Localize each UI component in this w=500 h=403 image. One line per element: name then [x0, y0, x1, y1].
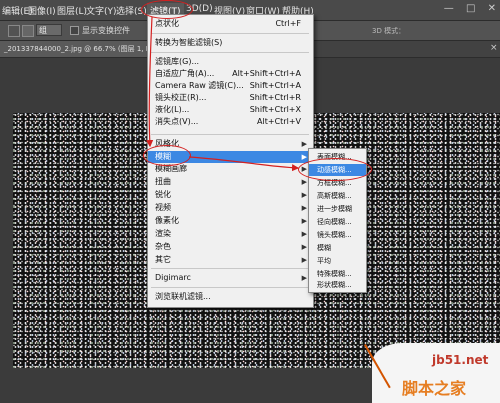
maximize-button[interactable]: □ — [466, 3, 475, 14]
menu-separator — [151, 268, 309, 269]
submenu-item-shape-blur[interactable]: 形状模糊... — [309, 279, 366, 291]
submenu-arrow-icon: ▶ — [301, 178, 307, 186]
move-tool-icon[interactable] — [8, 25, 20, 37]
menu-separator — [151, 287, 309, 288]
auto-select-dropdown[interactable]: 组 — [36, 24, 62, 36]
submenu-item-blur-more[interactable]: 进一步模糊 — [309, 203, 366, 215]
menu-item-liquify[interactable]: 液化(L)... Shift+Ctrl+X — [148, 104, 313, 116]
annotation-ring-filter-menu — [141, 0, 193, 19]
menu-separator — [151, 134, 309, 135]
menu-item-camera-raw[interactable]: Camera Raw 滤镜(C)... Shift+Ctrl+A — [148, 80, 313, 92]
menu-item-browse-online[interactable]: 浏览联机滤镜... — [148, 291, 313, 303]
menu-item-render[interactable]: 渲染 ▶ — [148, 228, 313, 240]
menu-item-adaptive-wide-angle[interactable]: 自适应广角(A)... Alt+Shift+Ctrl+A — [148, 68, 313, 80]
submenu-item-blur[interactable]: 模糊 — [309, 242, 366, 254]
menu-item-last-filter[interactable]: 点状化 Ctrl+F — [148, 18, 313, 30]
document-tab[interactable]: _201337844000_2.jpg @ 66.7% (图层 1, RGB/ — [0, 41, 150, 57]
menu-image[interactable]: 图像(I) — [28, 4, 56, 17]
submenu-item-lens-blur[interactable]: 镜头模糊... — [309, 229, 366, 241]
menu-item-digimarc[interactable]: Digimarc ▶ — [148, 272, 313, 284]
menu-item-vanishing-point[interactable]: 消失点(V)... Alt+Ctrl+V — [148, 116, 313, 128]
show-transform-label: 显示变换控件 — [82, 26, 130, 35]
window-controls: — □ ✕ — [435, 3, 496, 14]
submenu-arrow-icon: ▶ — [301, 230, 307, 238]
3d-mode-label: 3D 模式： — [372, 27, 406, 35]
submenu-arrow-icon: ▶ — [301, 191, 307, 199]
watermark-name: 脚本之家 — [402, 379, 467, 398]
menu-item-pixelate[interactable]: 像素化 ▶ — [148, 215, 313, 227]
watermark-logo: jb51.net 脚本之家 — [364, 335, 500, 403]
menu-type[interactable]: 文字(Y) — [86, 4, 117, 17]
submenu-arrow-icon: ▶ — [301, 140, 307, 148]
close-tab-icon[interactable]: × — [490, 43, 498, 53]
menu-separator — [151, 52, 309, 53]
submenu-item-average[interactable]: 平均 — [309, 255, 366, 267]
menu-item-lens-correction[interactable]: 镜头校正(R)... Shift+Ctrl+R — [148, 92, 313, 104]
close-window-button[interactable]: ✕ — [488, 3, 496, 14]
menu-item-noise[interactable]: 杂色 ▶ — [148, 241, 313, 253]
minimize-button[interactable]: — — [444, 3, 454, 14]
tool-preset-icon[interactable] — [22, 25, 34, 37]
menu-item-sharpen[interactable]: 锐化 ▶ — [148, 189, 313, 201]
menu-layer[interactable]: 图层(L) — [57, 4, 87, 17]
menu-item-distort[interactable]: 扭曲 ▶ — [148, 176, 313, 188]
annotation-ring-blur — [143, 145, 191, 166]
menu-item-filter-gallery[interactable]: 滤镜库(G)... — [148, 56, 313, 68]
submenu-item-radial-blur[interactable]: 径向模糊... — [309, 216, 366, 228]
menu-separator — [151, 33, 309, 34]
submenu-item-gaussian-blur[interactable]: 高斯模糊... — [309, 190, 366, 202]
show-transform-checkbox[interactable] — [70, 26, 79, 35]
submenu-arrow-icon: ▶ — [301, 243, 307, 251]
menu-item-other[interactable]: 其它 ▶ — [148, 254, 313, 266]
watermark-url: jb51.net — [432, 353, 489, 367]
submenu-arrow-icon: ▶ — [301, 217, 307, 225]
submenu-arrow-icon: ▶ — [301, 256, 307, 264]
submenu-arrow-icon: ▶ — [301, 274, 307, 282]
submenu-arrow-icon: ▶ — [301, 204, 307, 212]
menu-item-convert-smart[interactable]: 转换为智能滤镜(S) — [148, 37, 313, 49]
annotation-ring-motion-blur — [298, 158, 372, 181]
menu-item-video[interactable]: 视频 ▶ — [148, 202, 313, 214]
